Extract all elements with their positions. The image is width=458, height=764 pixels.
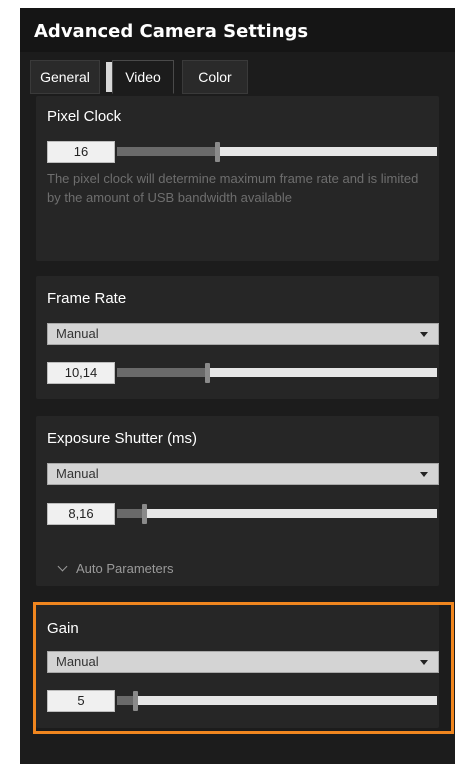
frame-rate-group: Frame Rate Manual 10,14 <box>36 276 439 399</box>
gain-title: Gain <box>47 620 79 637</box>
tab-bar: General Video Color <box>20 60 455 94</box>
gain-mode-value: Manual <box>56 654 99 669</box>
exposure-mode-value: Manual <box>56 466 99 481</box>
frame-rate-value-field[interactable]: 10,14 <box>47 362 115 384</box>
window-title: Advanced Camera Settings <box>20 8 455 52</box>
gain-mode-select[interactable]: Manual <box>47 651 439 673</box>
pixel-clock-title: Pixel Clock <box>47 108 122 125</box>
exposure-title: Exposure Shutter (ms) <box>47 430 198 447</box>
tab-video[interactable]: Video <box>112 60 174 94</box>
slider-thumb[interactable] <box>142 504 147 524</box>
exposure-value-field[interactable]: 8,16 <box>47 503 115 525</box>
camera-settings-panel: Advanced Camera Settings General Video C… <box>20 8 455 764</box>
slider-fill <box>117 509 142 518</box>
exposure-slider[interactable] <box>117 503 437 525</box>
gain-group: Gain Manual 5 <box>36 604 439 728</box>
slider-track <box>147 509 437 518</box>
gain-value-field[interactable]: 5 <box>47 690 115 712</box>
slider-fill <box>117 696 133 705</box>
frame-rate-slider[interactable] <box>117 362 437 384</box>
auto-parameters-label: Auto Parameters <box>76 561 174 576</box>
tab-general[interactable]: General <box>30 60 100 94</box>
auto-parameters-toggle[interactable]: Auto Parameters <box>57 561 174 576</box>
tab-color[interactable]: Color <box>182 60 248 94</box>
exposure-mode-select[interactable]: Manual <box>47 463 439 485</box>
slider-track <box>138 696 437 705</box>
slider-thumb[interactable] <box>215 142 220 162</box>
chevron-down-icon <box>420 472 428 477</box>
chevron-down-icon <box>420 332 428 337</box>
slider-fill <box>117 368 205 377</box>
gain-slider[interactable] <box>117 690 437 712</box>
slider-fill <box>117 147 215 156</box>
chevron-down-icon <box>420 660 428 665</box>
slider-track <box>210 368 437 377</box>
chevron-down-icon <box>57 561 68 572</box>
pixel-clock-description: The pixel clock will determine maximum f… <box>47 171 419 205</box>
exposure-group: Exposure Shutter (ms) Manual 8,16 Auto P… <box>36 416 439 586</box>
frame-rate-mode-value: Manual <box>56 326 99 341</box>
slider-track <box>220 147 437 156</box>
pixel-clock-value-field[interactable]: 16 <box>47 141 115 163</box>
frame-rate-title: Frame Rate <box>47 290 127 307</box>
slider-thumb[interactable] <box>133 691 138 711</box>
pixel-clock-group: Pixel Clock 16 The pixel clock will dete… <box>36 96 439 261</box>
pixel-clock-slider[interactable] <box>117 141 437 163</box>
slider-thumb[interactable] <box>205 363 210 383</box>
frame-rate-mode-select[interactable]: Manual <box>47 323 439 345</box>
